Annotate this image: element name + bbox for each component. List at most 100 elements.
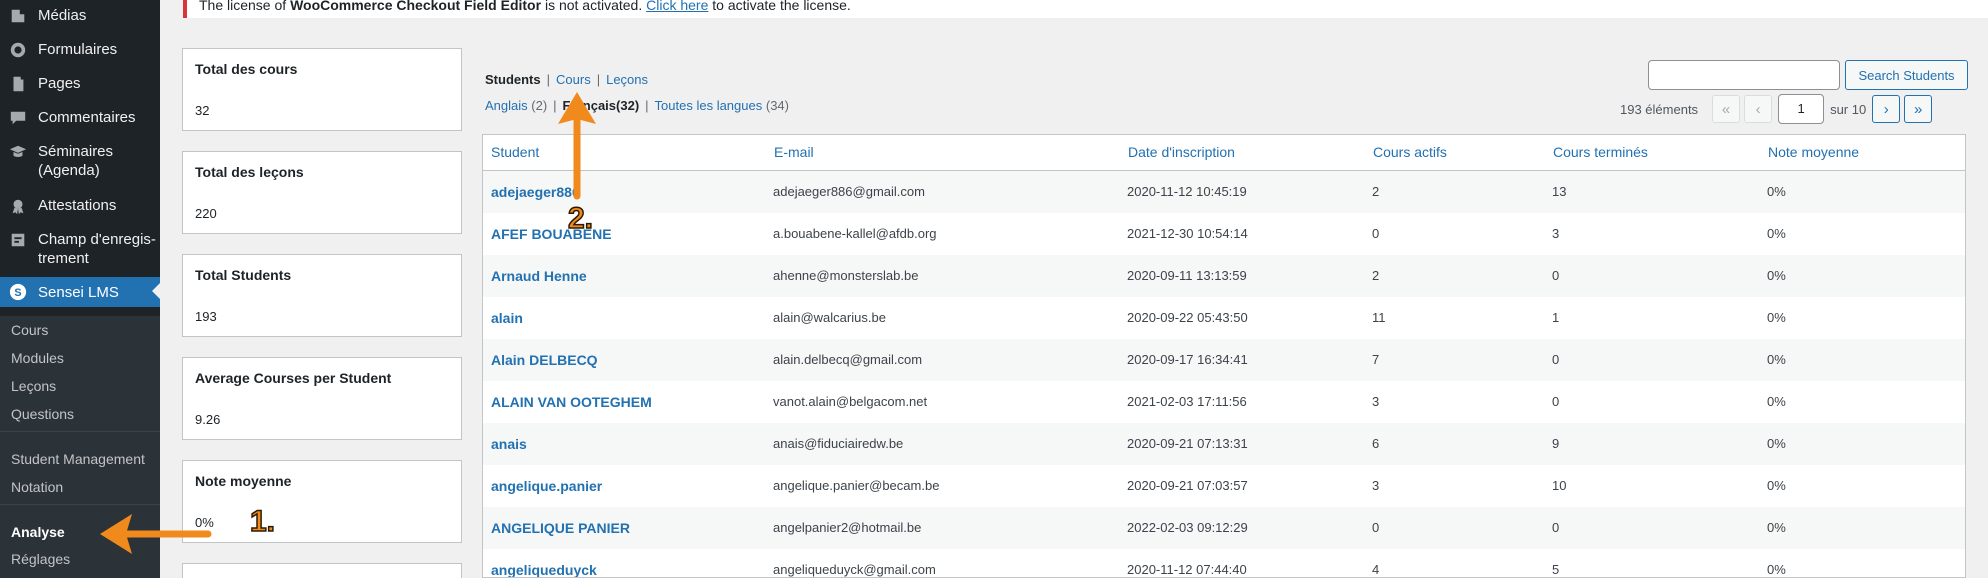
registration-date: 2020-11-12 10:45:19 [1127,184,1247,199]
stat-value: 9.26 [195,412,221,427]
stat-title: Note moyenne [195,473,292,489]
student-name-link[interactable]: adejaeger886 [491,184,580,200]
submenu-item-analyse[interactable]: Analyse [11,524,65,540]
average-grade: 0% [1767,562,1786,577]
column-header-cours-actifs[interactable]: Cours actifs [1373,144,1447,160]
search-students-button[interactable]: Search Students [1845,60,1968,90]
view-students[interactable]: Students [485,72,541,87]
student-name-link[interactable]: Alain DELBECQ [491,352,598,368]
notice-plugin-name: WooCommerce Checkout Field Editor [290,0,542,13]
table-row: angeliqueduyck angeliqueduyck@gmail.com 20… [483,549,1965,577]
completed-courses: 3 [1552,226,1560,241]
active-courses: 4 [1372,562,1380,577]
view-cours-link[interactable]: Cours [556,72,591,87]
student-email: alain.delbecq@gmail.com [773,352,923,367]
average-grade: 0% [1767,268,1786,283]
search-students-input[interactable] [1648,60,1840,90]
students-table: Student E-mail Date d'inscription Cours … [482,134,1966,578]
active-courses: 11 [1372,310,1386,325]
table-row: adejaeger886 adejaeger886@gmail.com 2020-1… [483,171,1965,213]
completed-courses: 1 [1552,310,1560,325]
active-courses: 3 [1372,394,1380,409]
notice-text-pre: The license of [199,0,291,13]
student-name-link[interactable]: ALAIN VAN OOTEGHEM [491,394,652,410]
student-email: adejaeger886@gmail.com [773,184,925,199]
next-page-button[interactable]: › [1872,95,1901,123]
average-grade: 0% [1767,310,1786,325]
student-name-link[interactable]: alain [491,310,523,326]
column-header-email[interactable]: E-mail [774,144,814,160]
student-name-link[interactable]: angelique.panier [491,478,602,494]
stat-value: 220 [195,206,217,221]
column-header-cours-termines[interactable]: Cours terminés [1553,144,1648,160]
student-email: anais@fiduciairedw.be [773,436,904,451]
table-row: Arnaud Henne ahenne@monsterslab.be 2020-09… [483,255,1965,297]
average-grade: 0% [1767,394,1786,409]
submenu-item-notation[interactable]: Notation [11,479,63,495]
last-page-button[interactable]: » [1904,95,1933,123]
submenu-item-reglages[interactable]: Réglages [11,551,70,567]
menu-item-formulaires[interactable]: Formulaires [0,40,160,60]
license-notice: The license of WooCommerce Checkout Fiel… [183,0,1988,18]
active-courses: 3 [1372,478,1380,493]
student-name-link[interactable]: Arnaud Henne [491,268,587,284]
submenu-item-questions[interactable]: Questions [11,406,74,422]
student-name-link[interactable]: anais [491,436,527,452]
registration-date: 2020-09-22 05:43:50 [1127,310,1248,325]
table-row: AFEF BOUABENE a.bouabene-kallel@afdb.org 2… [483,213,1965,255]
lang-count: (2) [531,98,548,113]
menu-item-champ-enregistrement[interactable]: Champ d'enregis-trement [0,230,160,268]
lang-francais-current[interactable]: Français(32) [563,98,640,113]
student-name-link[interactable]: AFEF BOUABENE [491,226,612,242]
prev-page-button[interactable]: ‹ [1744,95,1773,123]
active-courses: 7 [1372,352,1380,367]
lang-anglais-link[interactable]: Anglais [485,98,528,113]
items-count: 193 éléments [1620,101,1699,117]
student-email: alain@walcarius.be [773,310,886,325]
stat-title: Total des leçons [195,164,304,180]
completed-courses: 5 [1552,562,1560,577]
table-row: ALAIN VAN OOTEGHEM vanot.alain@belgacom.n… [483,381,1965,423]
menu-item-sensei-lms[interactable]: S Sensei LMS [0,277,160,307]
stat-title: Total des cours [195,61,298,77]
stat-box-total-students: Total Students 193 [182,254,462,337]
average-grade: 0% [1767,436,1786,451]
stat-box-note-moyenne: Note moyenne 0% [182,460,462,543]
average-grade: 0% [1767,478,1786,493]
view-lecons-link[interactable]: Leçons [606,72,648,87]
completed-courses: 0 [1552,520,1560,535]
active-courses: 2 [1372,184,1380,199]
menu-item-attestations[interactable]: Attestations [0,196,160,216]
menu-item-label: Sensei LMS [38,283,119,301]
submenu-item-lecons[interactable]: Leçons [11,378,56,394]
column-header-note-moyenne[interactable]: Note moyenne [1768,144,1859,160]
submenu-item-cours[interactable]: Cours [11,322,48,338]
stat-value: 193 [195,309,217,324]
registration-date: 2020-09-17 16:34:41 [1127,352,1248,367]
activate-license-link[interactable]: Click here [646,0,708,13]
menu-item-medias[interactable]: Médias [0,6,160,26]
student-name-link[interactable]: ANGELIQUE PANIER [491,520,630,536]
submenu-item-student-management[interactable]: Student Management [11,451,145,467]
menu-item-commentaires[interactable]: Commentaires [0,108,160,128]
view-separator: | [596,72,601,87]
student-name-link[interactable]: angeliqueduyck [491,562,597,577]
menu-item-pages[interactable]: Pages [0,74,160,94]
column-header-date[interactable]: Date d'inscription [1128,144,1235,160]
student-email: angelpanier2@hotmail.be [773,520,922,535]
table-header: Student E-mail Date d'inscription Cours … [483,135,1965,171]
view-separator: | [546,72,551,87]
current-page-input[interactable]: 1 [1778,94,1825,124]
annotation-number-1: 1. [249,504,276,539]
stat-title: Total Students [195,267,292,283]
lang-toutes-link[interactable]: Toutes les langues [655,98,763,113]
registration-date: 2020-09-21 07:03:57 [1127,478,1248,493]
lang-label: Anglais [485,98,528,113]
active-courses: 6 [1372,436,1380,451]
menu-item-seminaires[interactable]: Séminaires (Agenda) [0,142,160,180]
first-page-button[interactable]: « [1712,95,1741,123]
submenu-item-modules[interactable]: Modules [11,350,64,366]
column-header-student[interactable]: Student [491,144,539,160]
menu-item-label: Champ d'enregis-trement [38,231,156,267]
completed-courses: 9 [1552,436,1560,451]
